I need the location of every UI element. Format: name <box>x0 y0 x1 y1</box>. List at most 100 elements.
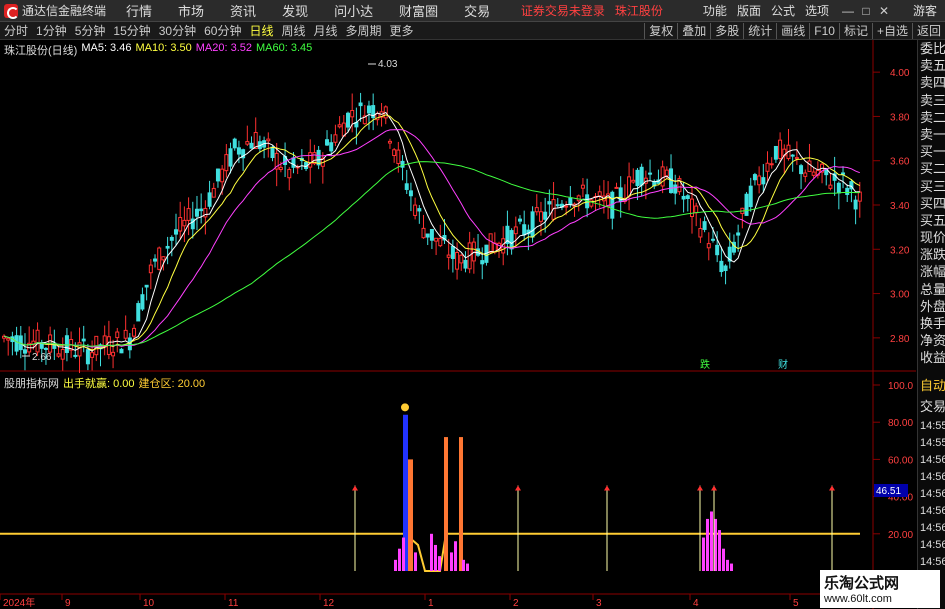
close-icon[interactable]: ✕ <box>875 4 893 18</box>
menu-ask[interactable]: 问小达 <box>334 1 373 20</box>
login-warning[interactable]: 证券交易未登录 <box>521 2 605 19</box>
period-60min[interactable]: 60分钟 <box>200 22 245 39</box>
x-tick-label: 2024年 <box>3 596 35 609</box>
histogram-bar <box>414 552 417 571</box>
minimize-icon[interactable]: — <box>839 4 857 18</box>
side-item-7[interactable]: 买二 <box>918 160 945 177</box>
period-30min[interactable]: 30分钟 <box>155 22 200 39</box>
maximize-icon[interactable]: □ <box>857 4 875 18</box>
candle-body <box>232 138 237 149</box>
mark-button[interactable]: 标记 <box>838 22 872 39</box>
period-monthly[interactable]: 月线 <box>310 22 342 39</box>
candle-body <box>752 174 757 181</box>
side-item-14[interactable]: 总量 <box>918 281 945 298</box>
side-item-10[interactable]: 买五 <box>918 212 945 229</box>
side-item-11[interactable]: 现价 <box>918 229 945 246</box>
menu-wealth[interactable]: 财富圈 <box>399 1 438 20</box>
side-item-8[interactable]: 买三 <box>918 178 945 195</box>
indicator-name[interactable]: 股朋指标网 <box>4 375 59 391</box>
candle-body <box>169 236 174 241</box>
menu-function[interactable]: 功能 <box>703 2 727 19</box>
menu-layout[interactable]: 版面 <box>737 2 761 19</box>
candle-body <box>690 198 694 218</box>
histogram-bar <box>402 537 405 571</box>
f10-button[interactable]: F10 <box>809 22 839 39</box>
histogram-bar <box>438 556 441 571</box>
candle-body <box>564 205 569 208</box>
side-item-1[interactable]: 卖五 <box>918 57 945 74</box>
side-auto[interactable]: 自动 <box>918 375 945 397</box>
side-item-9[interactable]: 买四 <box>918 195 945 212</box>
candle-body <box>278 166 283 170</box>
candle-body <box>580 184 585 189</box>
side-item-13[interactable]: 涨幅 <box>918 263 945 280</box>
side-item-6[interactable]: 买一 <box>918 143 945 160</box>
side-item-5[interactable]: 卖一 <box>918 126 945 143</box>
statistics-button[interactable]: 统计 <box>743 22 776 39</box>
candle-body <box>446 254 451 258</box>
menu-options[interactable]: 选项 <box>805 2 829 19</box>
candle-body <box>635 169 640 187</box>
menu-quotes[interactable]: 行情 <box>126 1 152 20</box>
candle-body <box>710 238 715 241</box>
signal-bar <box>408 459 413 571</box>
candle-body <box>702 221 707 230</box>
side-item-2[interactable]: 卖四 <box>918 74 945 91</box>
histogram-bar <box>706 518 709 571</box>
side-item-18[interactable]: 收益 <box>918 349 945 366</box>
candle-body <box>220 168 225 183</box>
current-indicator-value: 46.51 <box>876 486 901 497</box>
ma60-label: MA60: 3.45 <box>256 42 313 54</box>
candle-body <box>249 142 254 149</box>
candle-body <box>761 177 766 185</box>
event-finance-marker[interactable]: 财 <box>778 358 788 371</box>
candle-body <box>85 349 90 365</box>
period-5min[interactable]: 5分钟 <box>71 22 110 39</box>
menu-formula[interactable]: 公式 <box>771 2 795 19</box>
ind-tick-label: 20.00 <box>888 530 913 541</box>
period-1min[interactable]: 1分钟 <box>32 22 71 39</box>
candle-body <box>576 195 581 202</box>
period-weekly[interactable]: 周线 <box>277 22 309 39</box>
side-trade[interactable]: 交易 <box>918 396 945 418</box>
side-item-0[interactable]: 委比 <box>918 40 945 57</box>
guest-label[interactable]: 游客 <box>913 2 937 19</box>
side-item-12[interactable]: 涨跌 <box>918 246 945 263</box>
side-item-3[interactable]: 卖三 <box>918 92 945 109</box>
candle-body <box>799 165 804 175</box>
draw-line-button[interactable]: 画线 <box>776 22 809 39</box>
menu-trade[interactable]: 交易 <box>464 1 490 20</box>
period-multi[interactable]: 多周期 <box>342 22 386 39</box>
side-item-15[interactable]: 外盘 <box>918 298 945 315</box>
menu-market[interactable]: 市场 <box>178 1 204 20</box>
add-favorite-button[interactable]: +自选 <box>871 22 912 39</box>
candle-body <box>568 197 573 205</box>
candle-body <box>773 145 778 160</box>
event-fall-marker[interactable]: 跌 <box>700 358 710 371</box>
y-tick-label: 3.40 <box>890 201 910 212</box>
candle-body <box>245 141 250 145</box>
side-time-0: 14:55 <box>920 419 945 432</box>
candle-body <box>400 160 405 168</box>
side-item-17[interactable]: 净资 <box>918 332 945 349</box>
chart-canvas[interactable]: 4.00 3.80 3.60 3.40 3.20 3.00 2.80 100.0 80.00 6… <box>0 40 916 609</box>
period-more[interactable]: 更多 <box>386 22 418 39</box>
candle-body <box>757 175 762 186</box>
period-15min[interactable]: 15分钟 <box>109 22 154 39</box>
period-timeshare[interactable]: 分时 <box>0 22 32 39</box>
restore-rights-button[interactable]: 复权 <box>644 22 677 39</box>
multi-stock-button[interactable]: 多股 <box>710 22 743 39</box>
side-item-16[interactable]: 换手 <box>918 315 945 332</box>
period-daily[interactable]: 日线 <box>245 22 277 39</box>
side-item-4[interactable]: 卖二 <box>918 109 945 126</box>
candle-body <box>329 142 334 152</box>
stock-title[interactable]: 珠江股份(日线) <box>4 42 77 58</box>
back-button[interactable]: 返回 <box>911 22 945 39</box>
menu-discover[interactable]: 发现 <box>282 1 308 20</box>
candle-body <box>174 229 178 235</box>
candle-body <box>182 219 187 227</box>
candle-body <box>287 169 292 179</box>
overlay-button[interactable]: 叠加 <box>677 22 710 39</box>
menu-news[interactable]: 资讯 <box>230 1 256 20</box>
histogram-bar <box>730 563 733 571</box>
